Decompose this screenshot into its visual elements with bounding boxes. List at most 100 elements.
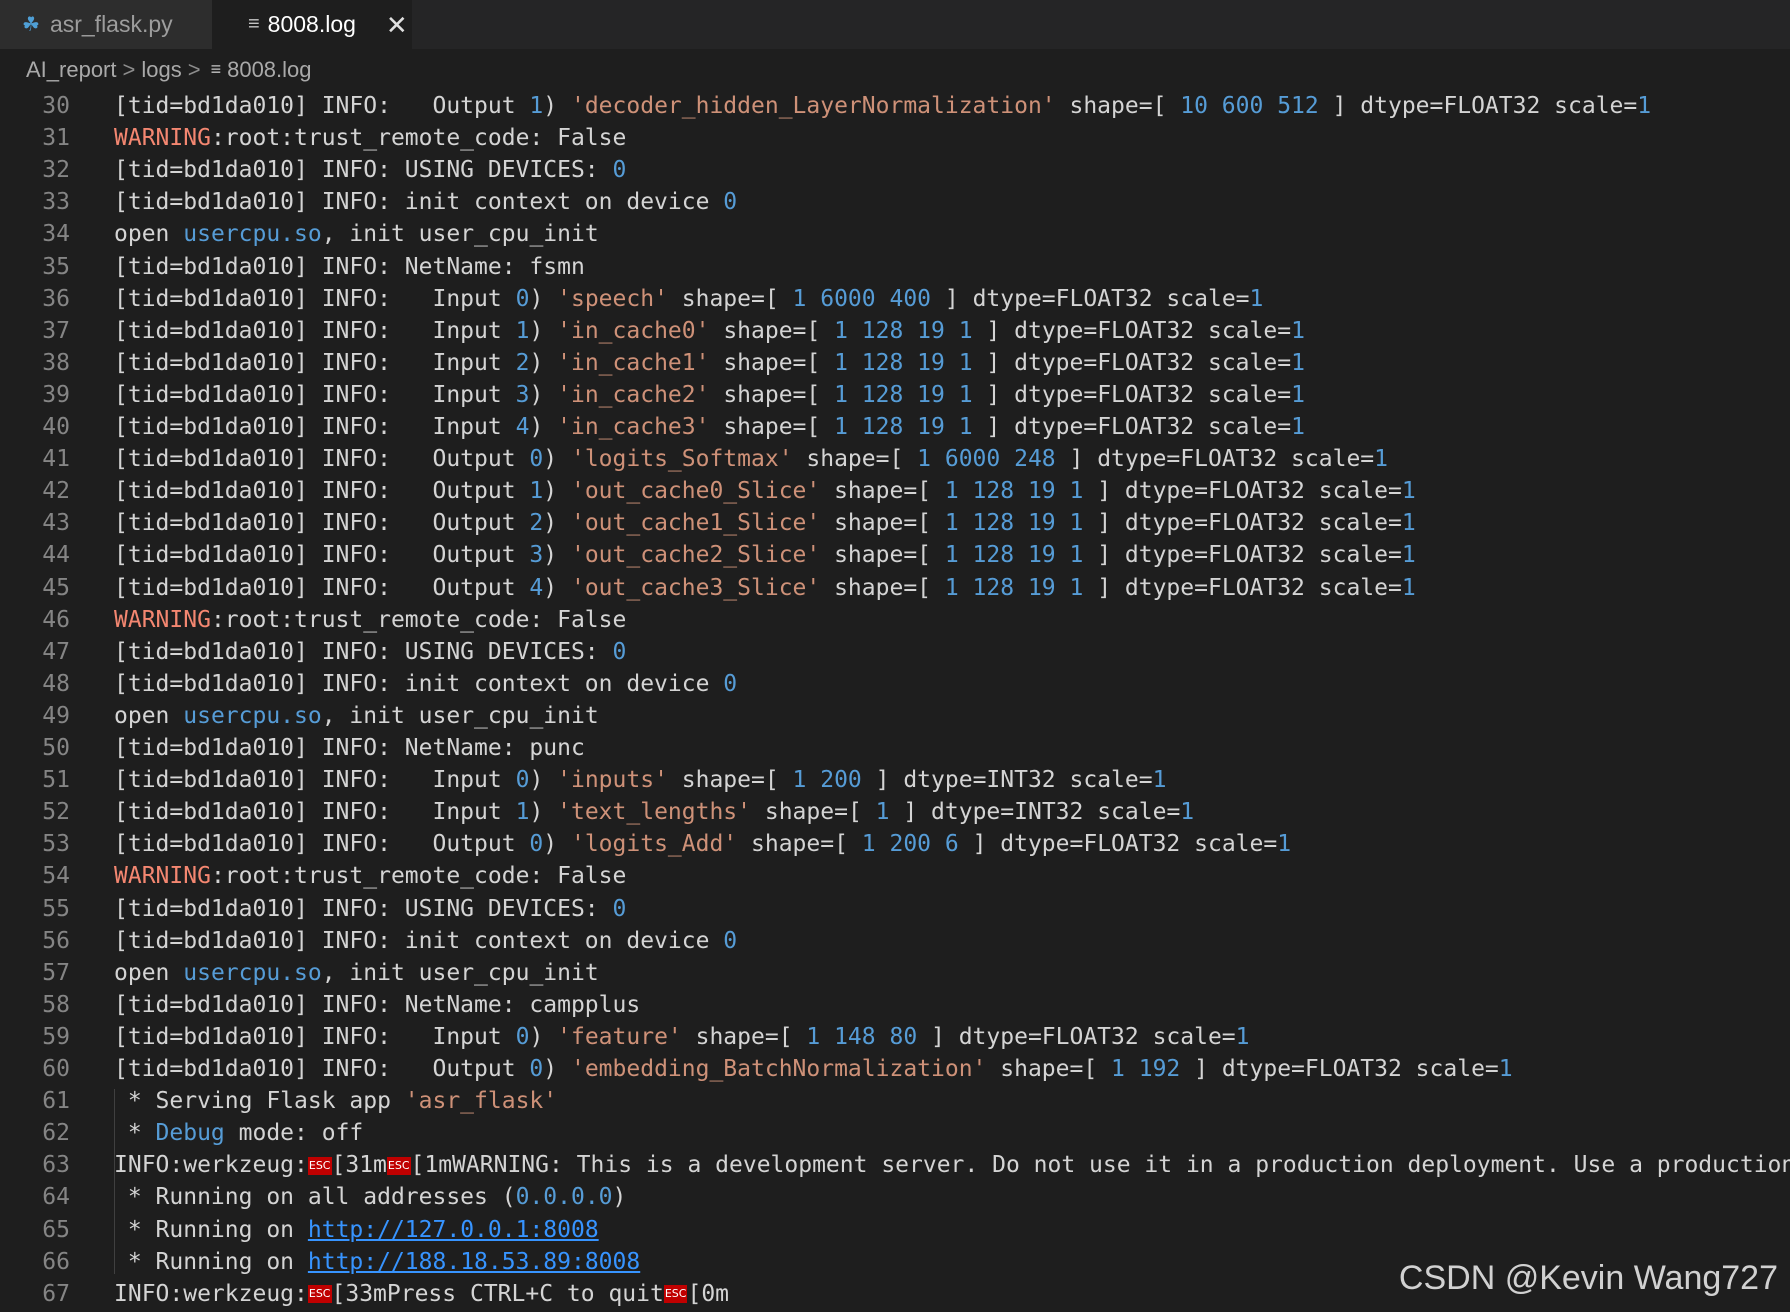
code-line[interactable]: 42 [tid=bd1da010] INFO: Output 1) 'out_ca… xyxy=(0,475,1790,507)
code-line[interactable]: 31 WARNING:root:trust_remote_code: False xyxy=(0,122,1790,154)
code-text: INFO:werkzeug: xyxy=(114,1152,308,1179)
code-text: * Running on all addresses ( xyxy=(114,1184,516,1211)
line-content: [tid=bd1da010] INFO: Output 0) 'logits_A… xyxy=(114,828,1291,860)
line-number: 52 xyxy=(42,799,70,826)
code-line[interactable]: 46 WARNING:root:trust_remote_code: False xyxy=(0,604,1790,636)
code-line[interactable]: 41 [tid=bd1da010] INFO: Output 0) 'logits… xyxy=(0,443,1790,475)
editor-text-area[interactable]: 30 [tid=bd1da010] INFO: Output 1) 'decode… xyxy=(0,90,1790,1312)
line-content: * Running on http://188.18.53.89:8008 xyxy=(114,1246,640,1278)
line-number: 59 xyxy=(42,1023,70,1050)
code-string: 'logits_Softmax' xyxy=(570,446,793,473)
code-line[interactable]: 53 [tid=bd1da010] INFO: Output 0) 'logits… xyxy=(0,828,1790,860)
breadcrumb-item-ai-report[interactable]: AI_report xyxy=(26,57,117,83)
breadcrumb-item-logs[interactable]: logs xyxy=(141,57,181,83)
line-content: [tid=bd1da010] INFO: init context on dev… xyxy=(114,186,737,218)
code-line[interactable]: 58 [tid=bd1da010] INFO: NetName: campplus xyxy=(0,989,1790,1021)
code-line[interactable]: 30 [tid=bd1da010] INFO: Output 1) 'decode… xyxy=(0,90,1790,122)
code-number: 0 xyxy=(529,831,544,858)
line-number: 40 xyxy=(42,414,70,440)
line-number: 32 xyxy=(42,157,70,184)
code-line[interactable]: 36 [tid=bd1da010] INFO: Input 0) 'speech'… xyxy=(0,283,1790,315)
code-string: 'in_cache2' xyxy=(557,381,710,408)
code-line[interactable]: 48 [tid=bd1da010] INFO: init context on d… xyxy=(0,668,1790,700)
code-line[interactable]: 32 [tid=bd1da010] INFO: USING DEVICES: 0 xyxy=(0,154,1790,186)
code-text: ) xyxy=(529,767,558,794)
breadcrumb-item-file[interactable]: 8008.log xyxy=(227,57,311,83)
code-text: * Running on xyxy=(114,1248,308,1275)
line-content: [tid=bd1da010] INFO: USING DEVICES: 0 xyxy=(114,893,626,925)
code-string: 'out_cache2_Slice' xyxy=(570,542,821,569)
code-text: :root:trust_remote_code: False xyxy=(210,125,627,152)
line-number: 36 xyxy=(42,285,70,312)
code-number: 1 128 19 1 xyxy=(944,478,1084,505)
code-text: ) xyxy=(543,542,571,569)
code-text: , init user_cpu_init xyxy=(321,221,599,248)
code-line[interactable]: 44 [tid=bd1da010] INFO: Output 3) 'out_ca… xyxy=(0,539,1790,571)
code-line[interactable]: 64 * Running on all addresses (0.0.0.0) xyxy=(0,1181,1790,1213)
code-url[interactable]: http://188.18.53.89:8008 xyxy=(308,1249,640,1275)
code-line[interactable]: 45 [tid=bd1da010] INFO: Output 4) 'out_ca… xyxy=(0,572,1790,604)
indent-guide xyxy=(114,1089,115,1274)
code-number: 3 xyxy=(515,381,530,408)
code-text: [tid=bd1da010] INFO: NetName: fsmn xyxy=(114,253,585,280)
tab-bar: ☘ asr_flask.py ≡ 8008.log ✕ xyxy=(0,0,1790,49)
code-line[interactable]: 49 open usercpu.so, init user_cpu_init xyxy=(0,700,1790,732)
code-number: 10 600 512 xyxy=(1180,93,1319,119)
code-line[interactable]: 47 [tid=bd1da010] INFO: USING DEVICES: 0 xyxy=(0,636,1790,668)
code-line[interactable]: 60 [tid=bd1da010] INFO: Output 0) 'embedd… xyxy=(0,1053,1790,1085)
code-text: ] dtype=FLOAT32 scale= xyxy=(972,381,1292,408)
code-line[interactable]: 40 [tid=bd1da010] INFO: Input 4) 'in_cach… xyxy=(0,411,1790,443)
breadcrumb-separator: > xyxy=(187,56,201,82)
code-number: 1 xyxy=(1637,93,1652,119)
code-line[interactable]: 43 [tid=bd1da010] INFO: Output 2) 'out_ca… xyxy=(0,507,1790,539)
code-url[interactable]: http://127.0.0.1:8008 xyxy=(308,1217,599,1243)
code-warning: WARNING xyxy=(114,125,211,152)
code-number: 1 xyxy=(875,799,890,826)
code-text: * xyxy=(114,1120,156,1147)
line-number: 58 xyxy=(42,991,70,1018)
tab-8008-log[interactable]: ≡ 8008.log ✕ xyxy=(212,0,412,49)
line-content: [tid=bd1da010] INFO: Input 2) 'in_cache1… xyxy=(114,347,1305,379)
code-line[interactable]: 61 * Serving Flask app 'asr_flask' xyxy=(0,1085,1790,1117)
code-number: 4 xyxy=(529,574,544,601)
code-number: 0 xyxy=(723,189,738,216)
code-line[interactable]: 33 [tid=bd1da010] INFO: init context on d… xyxy=(0,186,1790,218)
code-text: shape=[ xyxy=(709,381,835,408)
code-text: shape=[ xyxy=(1055,93,1181,119)
line-number: 38 xyxy=(42,349,70,376)
code-line[interactable]: 55 [tid=bd1da010] INFO: USING DEVICES: 0 xyxy=(0,893,1790,925)
code-text: open xyxy=(114,702,184,729)
line-content: [tid=bd1da010] INFO: init context on dev… xyxy=(114,925,737,957)
code-line[interactable]: 39 [tid=bd1da010] INFO: Input 3) 'in_cach… xyxy=(0,379,1790,411)
code-text: :root:trust_remote_code: False xyxy=(210,606,627,633)
code-text: ] dtype=FLOAT32 scale= xyxy=(1083,478,1402,505)
line-number: 37 xyxy=(42,317,70,344)
code-number: 0 xyxy=(515,1023,530,1050)
code-line[interactable]: 62 * Debug mode: off xyxy=(0,1117,1790,1149)
code-number: 1 xyxy=(1401,510,1416,537)
code-text: [tid=bd1da010] INFO: Input xyxy=(114,799,516,826)
tab-asr-flask-py[interactable]: ☘ asr_flask.py xyxy=(0,0,212,49)
code-line[interactable]: 56 [tid=bd1da010] INFO: init context on d… xyxy=(0,925,1790,957)
code-number: 1 200 6 xyxy=(861,831,959,858)
code-line[interactable]: 38 [tid=bd1da010] INFO: Input 2) 'in_cach… xyxy=(0,347,1790,379)
code-line[interactable]: 63 INFO:werkzeug:ESC[31mESC[1mWARNING: Th… xyxy=(0,1149,1790,1181)
code-text: [tid=bd1da010] INFO: Output xyxy=(114,510,530,537)
code-text: ) xyxy=(543,831,571,858)
log-file-icon: ≡ xyxy=(248,13,260,35)
code-line[interactable]: 50 [tid=bd1da010] INFO: NetName: punc xyxy=(0,732,1790,764)
code-line[interactable]: 65 * Running on http://127.0.0.1:8008 xyxy=(0,1214,1790,1246)
code-text: ) xyxy=(612,1184,627,1211)
code-line[interactable]: 35 [tid=bd1da010] INFO: NetName: fsmn xyxy=(0,251,1790,283)
code-line[interactable]: 37 [tid=bd1da010] INFO: Input 1) 'in_cach… xyxy=(0,315,1790,347)
code-number: 0 xyxy=(612,638,627,665)
code-line[interactable]: 34 open usercpu.so, init user_cpu_init xyxy=(0,218,1790,250)
line-number: 66 xyxy=(42,1248,70,1275)
code-line[interactable]: 52 [tid=bd1da010] INFO: Input 1) 'text_le… xyxy=(0,796,1790,828)
code-line[interactable]: 54 WARNING:root:trust_remote_code: False xyxy=(0,860,1790,892)
code-line[interactable]: 57 open usercpu.so, init user_cpu_init xyxy=(0,957,1790,989)
code-line[interactable]: 59 [tid=bd1da010] INFO: Input 0) 'feature… xyxy=(0,1021,1790,1053)
code-text: [tid=bd1da010] INFO: Output xyxy=(114,542,530,569)
code-line[interactable]: 51 [tid=bd1da010] INFO: Input 0) 'inputs'… xyxy=(0,764,1790,796)
close-icon[interactable]: ✕ xyxy=(386,12,408,38)
